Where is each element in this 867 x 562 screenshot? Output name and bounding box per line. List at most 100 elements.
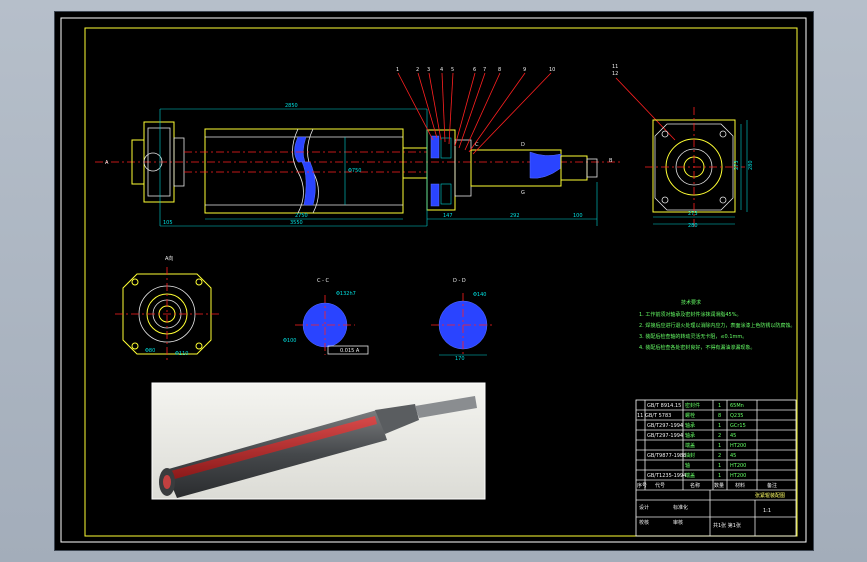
balloon-12[interactable]: 12 [612,71,618,77]
dim-body-length: 2750 [295,213,308,219]
section-cc-tolerance: 0.015 A [340,348,360,354]
row3-code: GB/T297-1994 [647,423,683,429]
row5-qty: 1 [718,443,721,449]
row3-mat: GCr15 [730,423,746,429]
row8-qty: 1 [718,473,721,479]
label-sheet: 共1张 第1张 [713,522,741,529]
view-a: A向 Φ80 Φ110 [115,255,219,362]
shaft-section-hatch [529,151,562,179]
leader-10 [472,72,552,155]
bearing-race-bottom [440,183,452,205]
cad-application: 2850 2750 3550 105 147 292 100 Φ750 A B … [0,0,867,562]
row2-mat: Q235 [730,413,743,419]
parts-row-5: 端盖 1 HT200 [685,442,746,449]
label-check: 校核 [639,519,649,526]
balloon-8[interactable]: 8 [498,67,501,73]
section-cc: C - C Φ132h7 Φ100 0.015 A [283,278,369,355]
row6-qty: 2 [718,453,721,459]
view-a-dim-80: Φ80 [145,348,155,354]
row4-code: GB/T297-1994 [647,433,683,439]
leader-9 [468,72,526,153]
leader-8 [464,72,501,151]
row1-qty: 1 [718,403,721,409]
dim-diameter: Φ750 [348,168,361,174]
section-cc-dim-100: Φ100 [283,338,296,344]
parts-row-1: GB/T 8914.15 密封件 1 65Mn [647,402,744,409]
bolt-hole-tr [719,130,727,138]
section-g-marker: G [521,190,525,196]
row4-name: 轴承 [685,432,695,439]
leader-2 [417,72,438,139]
row2-qty: 8 [718,413,721,419]
drawing-viewport[interactable]: 2850 2750 3550 105 147 292 100 Φ750 A B … [54,11,814,551]
view-arrow-a: A [105,160,109,166]
row1-mat: 65Mn [730,403,744,409]
row6-code: GB/T9877-1988 [647,453,686,459]
side-dim-273: 273 [688,211,698,217]
balloon-6[interactable]: 6 [473,67,476,73]
section-dd-dim-170: 170 [455,356,465,362]
balloon-11[interactable]: 11 [612,64,618,70]
cad-drawing-canvas: 2850 2750 3550 105 147 292 100 Φ750 A B … [60,17,807,543]
label-design: 设计 [639,504,649,511]
row3-qty: 1 [718,423,721,429]
balloon-9[interactable]: 9 [523,67,526,73]
dim-seg-147: 147 [443,213,453,219]
section-d-marker: D [521,142,525,148]
side-dim-v1: 273 [734,160,740,170]
row2-name: 螺栓 [685,412,695,419]
row1-code: GB/T 8914.15 [647,403,681,409]
row6-mat: 45 [730,453,736,459]
right-hub [402,147,428,179]
section-dd-dim-140: Φ140 [473,292,486,298]
dim-left-offset: 105 [163,220,173,226]
balloon-7[interactable]: 7 [483,67,486,73]
balloon-4[interactable]: 4 [440,67,443,73]
parts-row-3: GB/T297-1994 轴承 1 GCr15 [647,422,746,429]
leader-5 [448,72,454,145]
note-item-2: 2. 焊接后应进行退火处理以消除内应力，表面涂漆上色防锈以防腐蚀。 [639,322,795,329]
dim-total-span: 3550 [290,220,303,226]
title-block: GB/T 8914.15 密封件 1 65Mn 11 GB/T 5783 螺栓 … [635,399,797,537]
balloon-2[interactable]: 2 [416,67,419,73]
note-item-4: 4. 装配后检查各处密封良好，不得有漏油渗漏现象。 [639,344,755,351]
row7-name: 轴 [685,462,690,469]
row8-code: GB/T1235-1994 [647,473,686,479]
break-hatch-1 [294,136,307,163]
3d-render-image [151,382,486,500]
section-dd: D - D Φ140 170 [431,278,495,362]
dim-overall-length: 2850 [285,103,298,109]
shaft-step [560,155,588,181]
section-dd-title: D - D [453,278,466,284]
end-cap [454,139,472,197]
parts-row-2: 11 GB/T 5783 螺栓 8 Q235 [637,412,743,419]
header-qty: 数量 [714,482,724,489]
header-note: 备注 [767,482,777,489]
header-code: 代号 [655,482,665,489]
view-a-hole-1 [131,278,139,286]
balloon-1[interactable]: 1 [396,67,399,73]
view-a-hole-3 [131,342,139,350]
drawing-scale: 1:1 [763,508,771,514]
view-arrow-b: B [609,158,613,164]
balloon-3[interactable]: 3 [427,67,430,73]
header-num: 序号 [637,482,647,489]
bolt-hole-tl [661,130,669,138]
header-name: 名称 [690,482,700,489]
row4-mat: 45 [730,433,736,439]
bolt-hole-br [719,196,727,204]
row4-qty: 2 [718,433,721,439]
section-cc-title: C - C [317,278,329,284]
header-mat: 材料 [735,482,745,489]
balloon-10[interactable]: 10 [549,67,555,73]
row1-name: 密封件 [685,402,700,409]
render-end-face-inner [163,475,171,489]
parts-row-8: GB/T1235-1994 端盖 1 HT200 [647,472,746,479]
bolt-hole-bl [661,196,669,204]
row2-code: 11 GB/T 5783 [637,413,671,419]
technical-requirements: 技术要求 1. 工作前须对轴承及密封件涂抹润滑脂45%。 2. 焊接后应进行退火… [639,299,795,351]
balloon-5[interactable]: 5 [451,67,454,73]
section-cc-disc [302,302,348,348]
parts-list: GB/T 8914.15 密封件 1 65Mn 11 GB/T 5783 螺栓 … [636,400,796,491]
bearing-hatch-bottom [430,183,440,207]
